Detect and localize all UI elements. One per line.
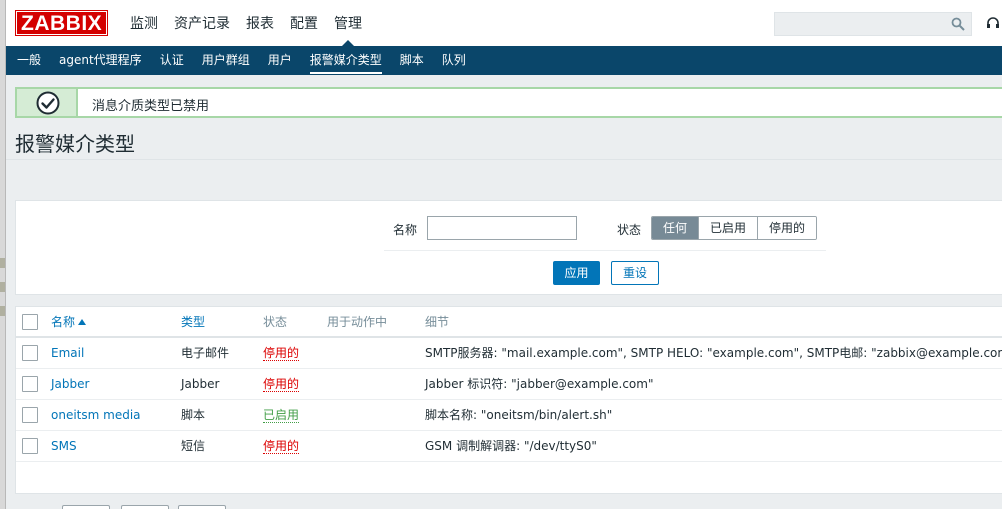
status-cell: 已启用 xyxy=(263,400,300,430)
status-cell: 停用的 xyxy=(263,338,300,368)
main-menu: 监测 资产记录 报表 配置 管理 xyxy=(122,0,370,46)
status-cell: 停用的 xyxy=(263,431,300,461)
media-types-table: 名称 类型 状态 用于动作中 细节 Email 电子邮件 停用的 SMTP服务器… xyxy=(15,306,1002,494)
top-header: ZABBIX 监测 资产记录 报表 配置 管理 xyxy=(6,0,1002,46)
table-row: Email 电子邮件 停用的 SMTP服务器: "mail.example.co… xyxy=(16,338,1002,369)
status-option-enabled[interactable]: 已启用 xyxy=(698,217,758,239)
media-type-details: SMTP服务器: "mail.example.com", SMTP HELO: … xyxy=(425,346,1002,360)
sub-menu-general[interactable]: 一般 xyxy=(8,46,50,75)
table-row: SMS 短信 停用的 GSM 调制解调器: "/dev/ttyS0" xyxy=(16,431,1002,462)
column-header-used-in-actions: 用于动作中 xyxy=(327,315,388,329)
sub-menu-authentication[interactable]: 认证 xyxy=(151,46,193,75)
status-toggle-link[interactable]: 已启用 xyxy=(263,408,300,423)
row-checkbox[interactable] xyxy=(22,407,38,423)
main-menu-monitoring[interactable]: 监测 xyxy=(122,0,166,46)
main-menu-inventory[interactable]: 资产记录 xyxy=(166,0,238,46)
sub-menu-user-groups[interactable]: 用户群组 xyxy=(193,46,259,75)
sub-menu-scripts[interactable]: 脚本 xyxy=(391,46,433,75)
zabbix-logo[interactable]: ZABBIX xyxy=(15,10,109,36)
bottom-action-button[interactable] xyxy=(62,505,110,509)
row-checkbox[interactable] xyxy=(22,376,38,392)
edge-marker xyxy=(0,282,5,292)
media-type-name-link[interactable]: Jabber xyxy=(51,369,89,399)
main-menu-administration[interactable]: 管理 xyxy=(326,0,370,46)
filter-status-label: 状态 xyxy=(617,223,642,237)
media-type-name-link[interactable]: oneitsm media xyxy=(51,400,141,430)
media-type-details: Jabber 标识符: "jabber@example.com" xyxy=(425,377,654,391)
headset-icon[interactable] xyxy=(986,16,1000,30)
status-toggle-link[interactable]: 停用的 xyxy=(263,346,300,361)
message-icon-box xyxy=(17,89,78,116)
status-toggle-link[interactable]: 停用的 xyxy=(263,439,300,454)
column-header-status: 状态 xyxy=(263,315,288,329)
sub-menu-proxies[interactable]: agent代理程序 xyxy=(50,46,151,75)
media-type-name-link[interactable]: Email xyxy=(51,338,84,368)
window-left-edge xyxy=(0,0,6,509)
column-header-name[interactable]: 名称 xyxy=(51,307,87,337)
table-row: Jabber Jabber 停用的 Jabber 标识符: "jabber@ex… xyxy=(16,369,1002,400)
table-row: oneitsm media 脚本 已启用 脚本名称: "oneitsm/bin/… xyxy=(16,400,1002,431)
reset-button[interactable]: 重设 xyxy=(611,261,659,285)
table-header-row: 名称 类型 状态 用于动作中 细节 xyxy=(16,307,1002,338)
bottom-action-button[interactable] xyxy=(121,505,169,509)
filter-panel: 名称 状态 任何 已启用 停用的 应用 重设 xyxy=(15,200,1002,295)
row-checkbox[interactable] xyxy=(22,345,38,361)
sort-ascending-icon xyxy=(78,319,87,325)
check-icon xyxy=(36,91,60,115)
media-type-details: GSM 调制解调器: "/dev/ttyS0" xyxy=(425,439,597,453)
bottom-action-button[interactable] xyxy=(178,505,226,509)
filter-name-input[interactable] xyxy=(427,216,577,240)
media-type-type: 电子邮件 xyxy=(181,346,230,360)
main-menu-reports[interactable]: 报表 xyxy=(238,0,282,46)
edge-marker xyxy=(0,306,5,316)
row-checkbox[interactable] xyxy=(22,438,38,454)
title-divider xyxy=(6,159,1002,160)
sub-menu-media-types[interactable]: 报警媒介类型 xyxy=(301,46,391,75)
status-cell: 停用的 xyxy=(263,369,300,399)
edge-marker xyxy=(0,258,5,268)
status-option-any[interactable]: 任何 xyxy=(652,217,699,239)
apply-button[interactable]: 应用 xyxy=(553,261,600,285)
filter-divider xyxy=(384,250,826,251)
media-type-details: 脚本名称: "oneitsm/bin/alert.sh" xyxy=(425,408,613,422)
column-header-name-label: 名称 xyxy=(51,315,76,329)
page-title: 报警媒介类型 xyxy=(15,132,135,156)
select-all-checkbox[interactable] xyxy=(22,314,38,330)
search-icon[interactable] xyxy=(951,17,965,31)
success-message: 消息介质类型已禁用 xyxy=(15,87,1002,118)
media-type-type: Jabber xyxy=(181,377,220,391)
media-type-type: 脚本 xyxy=(181,408,206,422)
sub-menu-queue[interactable]: 队列 xyxy=(433,46,475,75)
column-header-details: 细节 xyxy=(425,315,450,329)
filter-name-label: 名称 xyxy=(393,223,418,237)
sub-menu-users[interactable]: 用户 xyxy=(259,46,301,75)
column-header-type[interactable]: 类型 xyxy=(181,307,205,337)
main-menu-configuration[interactable]: 配置 xyxy=(282,0,326,46)
status-option-disabled[interactable]: 停用的 xyxy=(757,217,817,239)
global-search-input[interactable] xyxy=(774,12,972,36)
media-type-type: 短信 xyxy=(181,439,206,453)
media-type-name-link[interactable]: SMS xyxy=(51,431,77,461)
message-text: 消息介质类型已禁用 xyxy=(92,99,210,114)
status-toggle-link[interactable]: 停用的 xyxy=(263,377,300,392)
sub-menu: 一般 agent代理程序 认证 用户群组 用户 报警媒介类型 脚本 队列 xyxy=(6,46,1002,75)
filter-status-segmented: 任何 已启用 停用的 xyxy=(651,216,818,240)
